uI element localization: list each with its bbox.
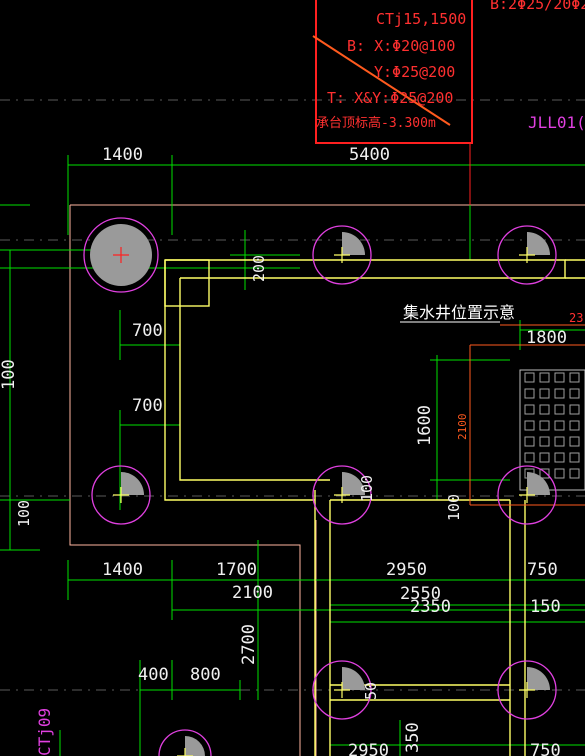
grate-cell — [569, 388, 580, 399]
sump-wall — [164, 259, 585, 756]
grate-cell — [524, 420, 535, 431]
annotation-line-2: B: X:Φ20@100 — [347, 37, 455, 55]
grate-cell — [539, 452, 550, 463]
beam-label: JLL01(1 — [528, 113, 585, 132]
grate-cell — [569, 468, 580, 479]
dim-750-b: 750 — [530, 741, 561, 756]
dim-5400: 5400 — [349, 145, 390, 165]
dim-23-cut: 23 — [569, 311, 583, 325]
annotation-line-3: Y:Φ25@200 — [374, 63, 455, 81]
dim-2350: 2350 — [410, 597, 451, 617]
grate-cell — [569, 372, 580, 383]
grate-cell — [524, 388, 535, 399]
dim-2950-b: 2950 — [348, 741, 389, 756]
pile-1 — [83, 217, 159, 293]
dim-700-b: 700 — [132, 396, 163, 416]
grate-cell — [569, 420, 580, 431]
grate-cell — [554, 452, 565, 463]
dim-2100-red: 2100 — [456, 414, 469, 441]
dim-edge-left: 100 — [0, 359, 19, 390]
grate-cell — [554, 420, 565, 431]
dim-100-mid: 100 — [358, 475, 376, 502]
dim-1400-bottom: 1400 — [102, 560, 143, 580]
grate-cell — [524, 404, 535, 415]
grate-cell — [554, 388, 565, 399]
grate-cell — [554, 372, 565, 383]
grate-cell — [569, 404, 580, 415]
annotation-line-1: CTj15,1500 — [376, 10, 466, 28]
pile-9 — [158, 729, 212, 756]
dim-1400-top: 1400 — [102, 145, 143, 165]
sump-note: 集水井位置示意 — [403, 303, 515, 322]
pile-4 — [91, 465, 151, 525]
grate-cell — [554, 404, 565, 415]
ctj09-label: CTj09 — [35, 708, 54, 756]
grate-cell — [539, 372, 550, 383]
dim-400: 400 — [138, 665, 169, 685]
dim-800: 800 — [190, 665, 221, 685]
pile-2 — [312, 225, 372, 285]
grate-cell — [554, 468, 565, 479]
dim-2700: 2700 — [239, 624, 259, 665]
annotation-top-cut: B:2Φ25/20Φ2 — [490, 0, 585, 13]
grate-cell — [524, 436, 535, 447]
dim-2100: 2100 — [232, 583, 273, 603]
dim-100-right: 100 — [445, 494, 463, 521]
dim-100-left: 100 — [15, 500, 33, 527]
dimension-lines — [0, 155, 585, 756]
grate-cells — [524, 372, 580, 479]
dim-350: 350 — [403, 722, 423, 753]
dim-200: 200 — [250, 255, 268, 282]
grate-cell — [569, 436, 580, 447]
grate-cell — [539, 436, 550, 447]
dim-50-cut: 50 — [362, 682, 380, 700]
dim-150: 150 — [530, 597, 561, 617]
pile-3 — [497, 225, 557, 285]
cad-drawing-canvas[interactable]: CTj15,1500 B: X:Φ20@100 Y:Φ25@200 T: X&Y… — [0, 0, 585, 756]
dim-750-a: 750 — [527, 560, 558, 580]
grate-cell — [524, 372, 535, 383]
annotation-line-4: T: X&Y:Φ25@200 — [327, 89, 453, 107]
axis-lines — [0, 99, 585, 691]
grate-cell — [539, 420, 550, 431]
pile-6 — [497, 465, 557, 525]
grate-cell — [524, 452, 535, 463]
grate-cell — [539, 404, 550, 415]
dim-2950-a: 2950 — [386, 560, 427, 580]
dim-700-a: 700 — [132, 321, 163, 341]
dim-1700: 1700 — [216, 560, 257, 580]
annotation-line-5: 承台顶标高-3.300m — [316, 115, 436, 131]
grate-cell — [569, 452, 580, 463]
dim-1800: 1800 — [526, 328, 567, 348]
grate-cell — [539, 388, 550, 399]
grate-cell — [554, 436, 565, 447]
dim-1600: 1600 — [415, 405, 435, 446]
